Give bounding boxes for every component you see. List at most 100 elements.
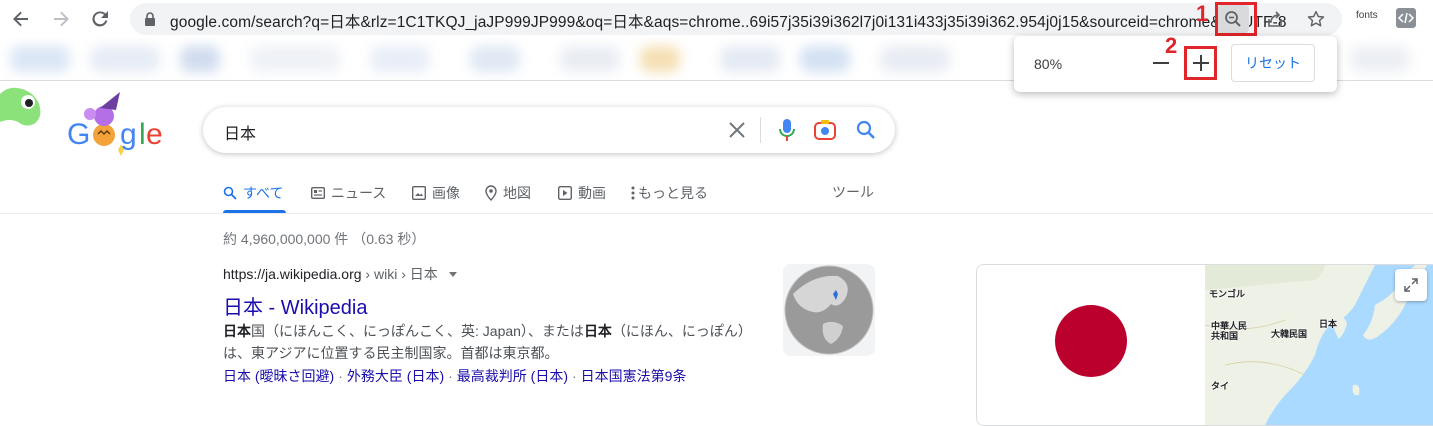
forward-icon <box>54 11 69 27</box>
back-button[interactable] <box>6 4 36 34</box>
result-title-link[interactable]: 日本 - Wikipedia <box>223 291 367 320</box>
blurred-bookmark <box>470 46 520 72</box>
lens-search-button[interactable] <box>813 118 837 142</box>
share-button[interactable] <box>1260 4 1290 34</box>
tab-news-label: ニュース <box>331 185 387 201</box>
search-divider <box>760 117 761 143</box>
expand-map-button[interactable] <box>1395 269 1427 301</box>
tab-videos-label: 動画 <box>578 185 606 201</box>
search-icon <box>223 186 237 200</box>
tab-more-label: もっと見る <box>638 185 708 201</box>
news-icon <box>311 187 325 199</box>
snippet-bold: 日本 <box>223 323 251 339</box>
japan-flag[interactable] <box>977 265 1205 425</box>
svg-text:g: g <box>120 118 137 151</box>
result-thumbnail-globe[interactable] <box>783 264 875 356</box>
expand-icon <box>1404 278 1418 292</box>
annotation-number-1: 1 <box>1196 1 1209 26</box>
map-label-mongolia: モンゴル <box>1209 289 1246 299</box>
annotation-box-1 <box>1215 2 1257 36</box>
reload-icon <box>92 11 108 27</box>
blurred-bookmark <box>180 46 220 72</box>
sublink-separator: · <box>448 368 453 384</box>
map-label-thailand: タイ <box>1211 381 1230 391</box>
knowledge-panel-header: モンゴル 中華人民 共和国 大韓民国 日本 タイ <box>976 264 1433 426</box>
map-label-japan: 日本 <box>1319 319 1338 329</box>
address-bar[interactable]: google.com/search?q=日本&rlz=1C1TKQJ_jaJP9… <box>130 3 1342 35</box>
tab-images-label: 画像 <box>432 185 460 201</box>
svg-text:G: G <box>67 118 90 151</box>
clear-search-button[interactable] <box>725 118 749 142</box>
map-label-korea: 大韓民国 <box>1271 329 1308 339</box>
blurred-bookmark <box>370 46 430 72</box>
cite-menu-icon[interactable] <box>448 269 458 279</box>
cite-domain: https://ja.wikipedia.org <box>223 266 362 282</box>
search-query-text[interactable]: 日本 <box>224 120 256 144</box>
lens-icon <box>814 120 836 140</box>
reload-button[interactable] <box>85 4 115 34</box>
blurred-bookmark <box>10 46 70 72</box>
clear-icon <box>729 122 745 138</box>
video-icon <box>558 186 572 200</box>
blurred-bookmark <box>1350 46 1410 72</box>
browser-toolbar: google.com/search?q=日本&rlz=1C1TKQJ_jaJP9… <box>0 0 1433 38</box>
tab-more[interactable]: もっと見る <box>631 183 708 203</box>
svg-text:l: l <box>139 118 146 151</box>
more-vert-icon <box>631 186 635 200</box>
snippet-text: （にほん、にっぽん） <box>611 323 752 339</box>
search-box[interactable]: 日本 <box>203 107 895 153</box>
cite-path: › wiki › 日本 <box>361 266 438 282</box>
result-cite[interactable]: https://ja.wikipedia.org › wiki › 日本 <box>223 264 763 284</box>
forward-button[interactable] <box>46 4 76 34</box>
blurred-bookmark <box>640 46 680 72</box>
tab-videos[interactable]: 動画 <box>558 183 606 203</box>
voice-search-button[interactable] <box>775 118 799 142</box>
lock-icon <box>145 12 155 26</box>
blurred-bookmark <box>720 46 780 72</box>
tab-news[interactable]: ニュース <box>311 183 386 203</box>
image-icon <box>412 186 426 200</box>
blurred-bookmark <box>250 46 340 72</box>
blurred-bookmark <box>560 46 620 72</box>
tab-all-label: すべて <box>243 185 284 201</box>
sublink[interactable]: 日本国憲法第9条 <box>581 368 687 384</box>
tools-button[interactable]: ツール <box>832 182 874 202</box>
search-submit-button[interactable] <box>854 118 878 142</box>
search-result: https://ja.wikipedia.org › wiki › 日本 日本 … <box>223 264 763 384</box>
sublink-separator: · <box>338 368 343 384</box>
sublink[interactable]: 最高裁判所 (日本) <box>457 368 568 384</box>
tab-maps-label: 地図 <box>503 185 531 201</box>
blurred-bookmark <box>90 46 160 72</box>
fonts-extension-button[interactable]: fonts <box>1356 10 1378 21</box>
google-doodle-logo[interactable]: G g l e <box>0 84 170 164</box>
share-icon <box>1268 11 1282 27</box>
sublink[interactable]: 日本 (曖昧さ回避) <box>223 368 334 384</box>
url-text[interactable]: google.com/search?q=日本&rlz=1C1TKQJ_jaJP9… <box>170 10 1330 32</box>
zoom-reset-button[interactable]: リセット <box>1231 44 1315 82</box>
svg-text:e: e <box>146 118 163 151</box>
sublink[interactable]: 外務大臣 (日本) <box>347 368 444 384</box>
snippet-text: は、東アジアに位置する民主制国家。首都は東京都。 <box>223 345 559 361</box>
map-label-china: 中華人民 共和国 <box>1211 321 1248 341</box>
snippet-bold: 日本 <box>583 323 612 339</box>
snippet-text: 国（にほんこく、にっぽんこく、英: Japan）、または <box>251 323 584 339</box>
search-icon <box>856 120 875 139</box>
result-snippet: 日本国（にほんこく、にっぽんこく、英: Japan）、または日本（にほん、にっぽ… <box>223 320 763 364</box>
flag-sun <box>1055 305 1127 377</box>
mic-icon <box>779 119 795 141</box>
tabs-separator <box>0 213 1433 214</box>
annotation-box-2 <box>1184 46 1217 80</box>
tab-images[interactable]: 画像 <box>412 183 460 203</box>
tab-maps[interactable]: 地図 <box>485 183 531 203</box>
code-extension-button[interactable] <box>1396 8 1416 33</box>
blurred-bookmark <box>800 46 850 72</box>
annotation-number-2: 2 <box>1165 33 1178 58</box>
tab-all[interactable]: すべて <box>223 183 283 203</box>
zoom-level-text: 80% <box>1034 56 1063 72</box>
result-stats: 約 4,960,000,000 件 （0.63 秒） <box>223 231 426 247</box>
blurred-bookmark <box>880 46 950 72</box>
result-sublinks: 日本 (曖昧さ回避) · 外務大臣 (日本) · 最高裁判所 (日本) · 日本国憲法第9条 <box>223 366 686 386</box>
back-icon <box>13 11 28 27</box>
bookmark-star-button[interactable] <box>1301 4 1331 34</box>
code-icon <box>1396 8 1416 28</box>
